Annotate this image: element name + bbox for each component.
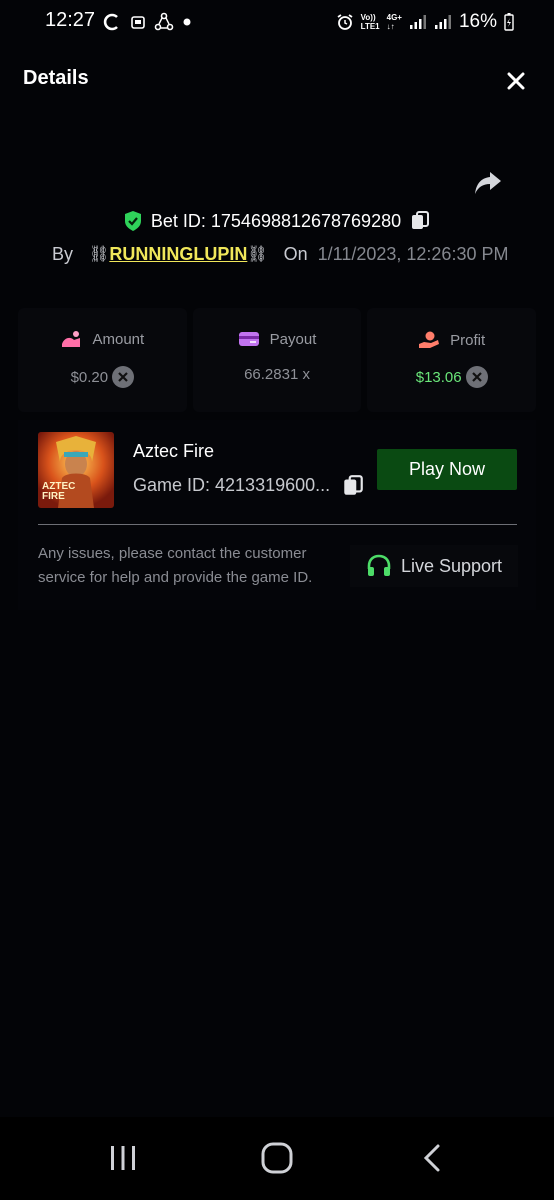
- username-link[interactable]: RUNNINGLUPIN: [109, 244, 247, 265]
- on-label: On: [283, 243, 308, 264]
- notification-icons: [102, 9, 192, 35]
- amount-label: Amount: [92, 330, 145, 348]
- status-bar: 12:27 Vo)) LTE1 4G+ ↓↑ 16%: [0, 0, 554, 44]
- amount-icon: [62, 331, 81, 347]
- recents-icon: [111, 1146, 135, 1170]
- card-icon: [238, 332, 259, 346]
- signal-icon: [409, 15, 426, 29]
- signal-icon-2: [434, 15, 451, 29]
- network-type: 4G+ ↓↑: [387, 13, 402, 31]
- payout-header: Payout: [193, 330, 362, 348]
- carrier-text: LTE1: [360, 22, 380, 31]
- profit-stat: Profit $13.06: [367, 308, 537, 412]
- copy-bet-id-button[interactable]: [409, 210, 431, 232]
- recent-apps-button[interactable]: [108, 1144, 138, 1172]
- bet-stats: Amount $0.20 Payout 66.2831 x Profit $13…: [18, 308, 537, 412]
- profit-hand-icon: [419, 331, 440, 348]
- page-title: Details: [23, 67, 89, 89]
- copy-icon: [412, 211, 430, 229]
- play-now-button[interactable]: Play Now: [377, 449, 517, 490]
- home-button[interactable]: [260, 1141, 294, 1175]
- volte-text: Vo)): [360, 13, 376, 22]
- thumb-line-2: FIRE: [42, 491, 65, 502]
- payout-label: Payout: [269, 330, 317, 348]
- bet-date: 1/11/2023, 12:26:30 PM: [317, 243, 509, 264]
- game-id: Game ID: 4213319600...: [133, 475, 331, 495]
- copy-game-id-button[interactable]: [341, 474, 365, 498]
- alarm-icon: [337, 14, 353, 30]
- status-time: 12:27: [45, 9, 96, 31]
- battery-charging-icon: [504, 13, 514, 31]
- payout-value-row: 66.2831 x: [193, 366, 362, 383]
- copy-icon: [344, 475, 363, 495]
- profit-label: Profit: [450, 331, 486, 349]
- amount-stat: Amount $0.20: [18, 308, 187, 412]
- chain-left-icon: ⛓: [89, 246, 110, 263]
- profit-header: Profit: [367, 330, 536, 350]
- support-help-text: Any issues, please contact the customer …: [38, 545, 313, 586]
- bet-id: Bet ID: 1754698812678769280: [150, 210, 402, 231]
- volte-lte-label: Vo)) LTE1: [361, 13, 380, 31]
- profit-value: $13.06: [415, 368, 462, 386]
- amount-value: $0.20: [70, 368, 109, 386]
- game-thumbnail[interactable]: AZTEC FIRE: [38, 432, 114, 508]
- amount-header: Amount: [18, 330, 187, 348]
- live-support-button[interactable]: Live Support: [350, 545, 518, 587]
- by-label: By: [52, 243, 74, 264]
- payout-stat: Payout 66.2831 x: [192, 308, 362, 412]
- back-icon: [423, 1144, 440, 1172]
- share-button[interactable]: [473, 170, 505, 198]
- amount-value-row: $0.20: [18, 366, 187, 388]
- chain-right-icon: ⛓: [247, 246, 268, 263]
- divider: [38, 524, 517, 525]
- payout-value: 66.2831 x: [244, 366, 310, 383]
- close-icon: [507, 72, 525, 90]
- headset-icon: [367, 554, 391, 576]
- game-name: Aztec Fire: [133, 441, 215, 461]
- share-notification-icon: [154, 12, 174, 31]
- currency-coin-icon: [112, 366, 135, 388]
- bet-author-row: By ⛓ RUNNINGLUPIN ⛓ On 1/11/2023, 12:26:…: [52, 240, 508, 268]
- app-notification-icon: [131, 16, 145, 29]
- back-button[interactable]: [420, 1143, 444, 1173]
- live-support-label: Live Support: [400, 555, 503, 576]
- share-arrow-icon: [475, 172, 501, 194]
- data-arrows-icon: ↓↑: [386, 22, 395, 31]
- verified-shield-icon: [124, 211, 141, 231]
- network-text: 4G+: [386, 13, 402, 22]
- battery-percent: 16%: [458, 11, 497, 32]
- currency-coin-icon: [465, 366, 488, 388]
- game-thumbnail-title: AZTEC FIRE: [42, 482, 75, 502]
- bet-id-row: Bet ID: 1754698812678769280: [0, 206, 554, 236]
- profit-value-row: $13.06: [367, 366, 536, 388]
- system-icons: Vo)) LTE1 4G+ ↓↑ 16%: [336, 9, 514, 35]
- sync-icon: [103, 13, 118, 31]
- close-button[interactable]: [503, 68, 529, 94]
- dot-icon: [183, 18, 191, 26]
- home-icon: [261, 1142, 293, 1174]
